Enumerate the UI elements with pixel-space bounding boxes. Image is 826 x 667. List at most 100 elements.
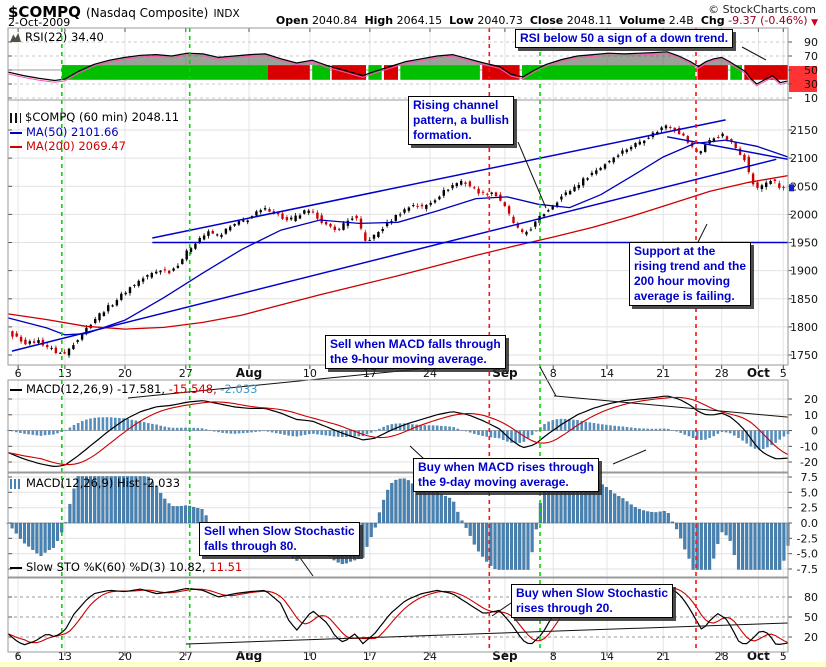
hist-bar	[604, 487, 608, 524]
hist-bar	[666, 513, 670, 524]
macd-hist-bar	[283, 430, 286, 435]
hist-bar	[633, 507, 637, 524]
hist-bar	[749, 522, 753, 570]
macd-hist-bar	[369, 430, 373, 433]
macd-hist-bar	[708, 430, 711, 438]
chg-down-arrow-icon: ▼	[811, 18, 818, 28]
candle-body	[115, 300, 119, 306]
macd-hist-bar	[658, 428, 662, 431]
date-label: 20	[118, 367, 132, 380]
hist-bar	[522, 522, 526, 570]
hist-bar	[629, 504, 633, 524]
candle-body	[298, 215, 302, 219]
hist-bar	[386, 489, 390, 524]
macd-axis-label: 20	[804, 393, 818, 406]
candle-body	[37, 340, 40, 343]
candle-body	[704, 144, 707, 152]
low-label: Low	[449, 14, 474, 27]
macd-hist-bar	[52, 430, 55, 435]
hist-bar	[200, 509, 204, 524]
macd-hist-bar	[19, 430, 22, 433]
macd-hist-bar	[757, 430, 761, 450]
candle-body	[542, 214, 546, 217]
macd-hist-bar	[237, 430, 241, 434]
candle-body	[507, 206, 511, 214]
candle-body	[464, 182, 467, 184]
hist-bar	[675, 522, 679, 530]
rsi-axis-label: 70	[804, 50, 818, 63]
candle-body	[699, 151, 702, 154]
volume-value: 2.4B	[668, 14, 694, 27]
date-label: 10	[303, 367, 317, 380]
hist-bar	[179, 505, 183, 524]
candle-body	[778, 183, 781, 188]
macd-hist-bar	[130, 419, 134, 431]
rsi-legend: RSI(22) 34.40	[10, 31, 104, 44]
candle-body	[111, 305, 114, 307]
macd-hist-bar	[654, 428, 658, 431]
hist-bar	[452, 501, 456, 524]
hist-bar	[443, 496, 448, 524]
macd-hist-bar	[683, 430, 687, 435]
hist-bar	[720, 522, 724, 533]
hist-bar	[68, 503, 72, 524]
candle-body	[381, 229, 384, 232]
candle-body	[564, 192, 567, 195]
macd-hist-bar	[320, 430, 323, 435]
price-axis-label: 1900	[790, 265, 818, 278]
candle-body	[547, 210, 550, 212]
hist-bar	[716, 522, 720, 544]
candle-body	[760, 185, 764, 189]
hist-bar	[662, 510, 666, 524]
macd-hist-bar	[43, 430, 47, 436]
macd-hist-bar	[543, 424, 546, 431]
macd-hist-bar	[192, 427, 195, 431]
candle-body	[416, 205, 419, 207]
hist-bar	[167, 503, 171, 524]
macd-hist-bar	[221, 430, 224, 433]
hist-bar	[10, 522, 14, 529]
high-label: High	[364, 14, 394, 27]
hist-bar	[192, 506, 196, 524]
candle-body	[137, 280, 140, 286]
macd-hist-bar	[180, 427, 183, 431]
macd-hist-bar	[662, 428, 666, 431]
macd-hist-bar	[279, 430, 282, 434]
macd-hist-bar	[204, 429, 208, 431]
macd-hist-bar	[514, 430, 517, 443]
macd-hist-bar	[700, 430, 703, 440]
macd-hist-bar	[72, 425, 76, 431]
candle-body	[664, 125, 668, 129]
candle-body	[259, 210, 262, 213]
candle-body	[333, 226, 336, 230]
candle-body	[403, 209, 406, 213]
hist-bar	[382, 499, 386, 524]
macd-hist-bar	[31, 430, 35, 435]
macd-hist-bar	[778, 430, 781, 440]
candle-body	[638, 141, 641, 145]
macd-hist-bar	[97, 417, 101, 431]
hist-bar	[509, 522, 514, 570]
candle-body	[616, 155, 620, 157]
candle-body	[473, 187, 476, 189]
macd-hist-bar	[105, 417, 109, 431]
macd-hist-bar	[316, 430, 319, 435]
macd-hist-bar	[720, 430, 724, 432]
candle-body	[63, 352, 66, 354]
candle-body	[24, 339, 27, 345]
sto-label: Slow STO %K(60) %D(3)	[26, 560, 166, 574]
macd-hist-bar	[374, 430, 377, 432]
candle-body	[455, 183, 458, 186]
candle-body	[268, 209, 271, 212]
macd-hist-bar	[229, 430, 233, 434]
candle-body	[32, 341, 36, 343]
macd-hist-bar	[411, 424, 414, 431]
candle-body	[682, 133, 685, 136]
hist-bar	[27, 522, 31, 547]
chg-value: -9.37 (-0.46%)	[728, 14, 808, 27]
candle-body	[438, 196, 441, 200]
candle-body	[307, 210, 310, 213]
hist-axis-label: 0.0	[801, 517, 819, 530]
candle-body	[568, 191, 572, 195]
macd-hist-bar	[712, 430, 715, 437]
